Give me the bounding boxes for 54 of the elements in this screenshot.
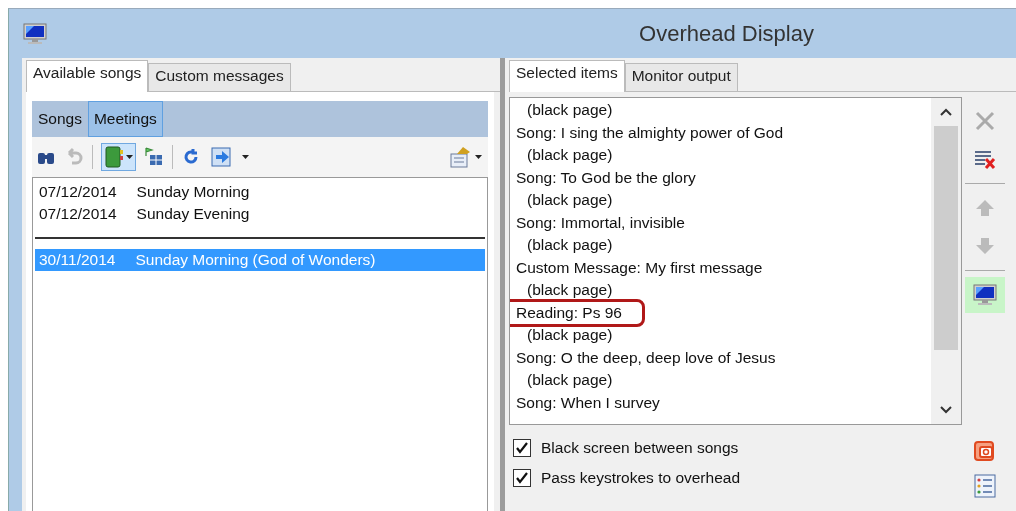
monitor-icon — [973, 284, 997, 306]
tab[interactable]: Monitor output — [624, 63, 738, 91]
blank-page-item[interactable]: (black page) — [516, 144, 925, 167]
app-monitor-icon — [23, 22, 47, 45]
selected-item[interactable]: Song: Immortal, invisible — [516, 211, 925, 234]
book-dropdown-button[interactable] — [101, 143, 136, 171]
checkbox[interactable] — [513, 439, 531, 457]
caret-icon — [475, 155, 482, 159]
selected-item[interactable]: Song: When I survey — [516, 391, 925, 414]
selected-item[interactable]: Song: O the deep, deep love of Jesus — [516, 346, 925, 369]
arrow-box-icon — [211, 147, 233, 167]
meeting-name: Sunday Morning — [136, 183, 250, 201]
meeting-date: 07/12/2014 — [39, 205, 117, 223]
selected-item[interactable]: Custom Message: My first message — [516, 256, 925, 279]
selected-item[interactable]: Song: To God be the glory — [516, 166, 925, 189]
settings-dropdown-button[interactable] — [447, 144, 484, 170]
selected-item[interactable]: Reading: Ps 96 — [510, 301, 642, 324]
blank-page-item[interactable]: (black page) — [516, 279, 925, 302]
tab[interactable]: Selected items — [509, 60, 625, 92]
checkbox-label: Black screen between songs — [541, 439, 739, 457]
meeting-name: Sunday Evening — [136, 205, 250, 223]
scrollbar-thumb[interactable] — [934, 126, 958, 350]
list-delete-icon — [973, 148, 997, 170]
checkbox-label: Pass keystrokes to overhead — [541, 469, 741, 487]
blank-page-item[interactable]: (black page) — [516, 189, 925, 212]
caret-icon — [242, 155, 249, 159]
list-icon[interactable] — [974, 474, 996, 498]
meeting-date: 07/12/2014 — [39, 183, 117, 201]
up-arrow-icon — [974, 198, 996, 218]
monitor-button[interactable] — [965, 277, 1005, 313]
tab[interactable]: Custom messages — [148, 63, 291, 91]
selected-item[interactable]: Song: I sing the almighty power of God — [516, 121, 925, 144]
meeting-row[interactable]: 07/12/2014 Sunday Morning — [35, 181, 485, 203]
blank-page-item[interactable]: (black page) — [516, 324, 925, 347]
checkbox[interactable] — [513, 469, 531, 487]
tab[interactable]: Available songs — [26, 60, 149, 92]
meeting-name: Sunday Morning (God of Wonders) — [135, 251, 376, 269]
window-title: Overhead Display — [638, 20, 815, 47]
caret-icon — [126, 155, 133, 159]
blank-page-item[interactable]: (black page) — [516, 234, 925, 257]
blank-page-item[interactable]: (black page) — [516, 369, 925, 392]
flag-grid-icon[interactable] — [144, 147, 164, 167]
blank-page-item[interactable]: (black page) — [516, 99, 925, 122]
scroll-down-icon[interactable] — [940, 406, 952, 414]
book-icon — [104, 146, 124, 168]
scroll-up-icon[interactable] — [940, 108, 952, 116]
meeting-date: 30/11/2014 — [39, 251, 116, 269]
tab[interactable]: Meetings — [87, 101, 163, 137]
meeting-row[interactable]: 07/12/2014 Sunday Evening — [35, 203, 485, 225]
close-icon — [974, 110, 996, 132]
export-dropdown-button[interactable] — [209, 145, 251, 169]
slideshow-icon[interactable] — [973, 438, 997, 462]
down-arrow-icon — [974, 236, 996, 256]
tab[interactable]: Songs — [32, 101, 88, 137]
